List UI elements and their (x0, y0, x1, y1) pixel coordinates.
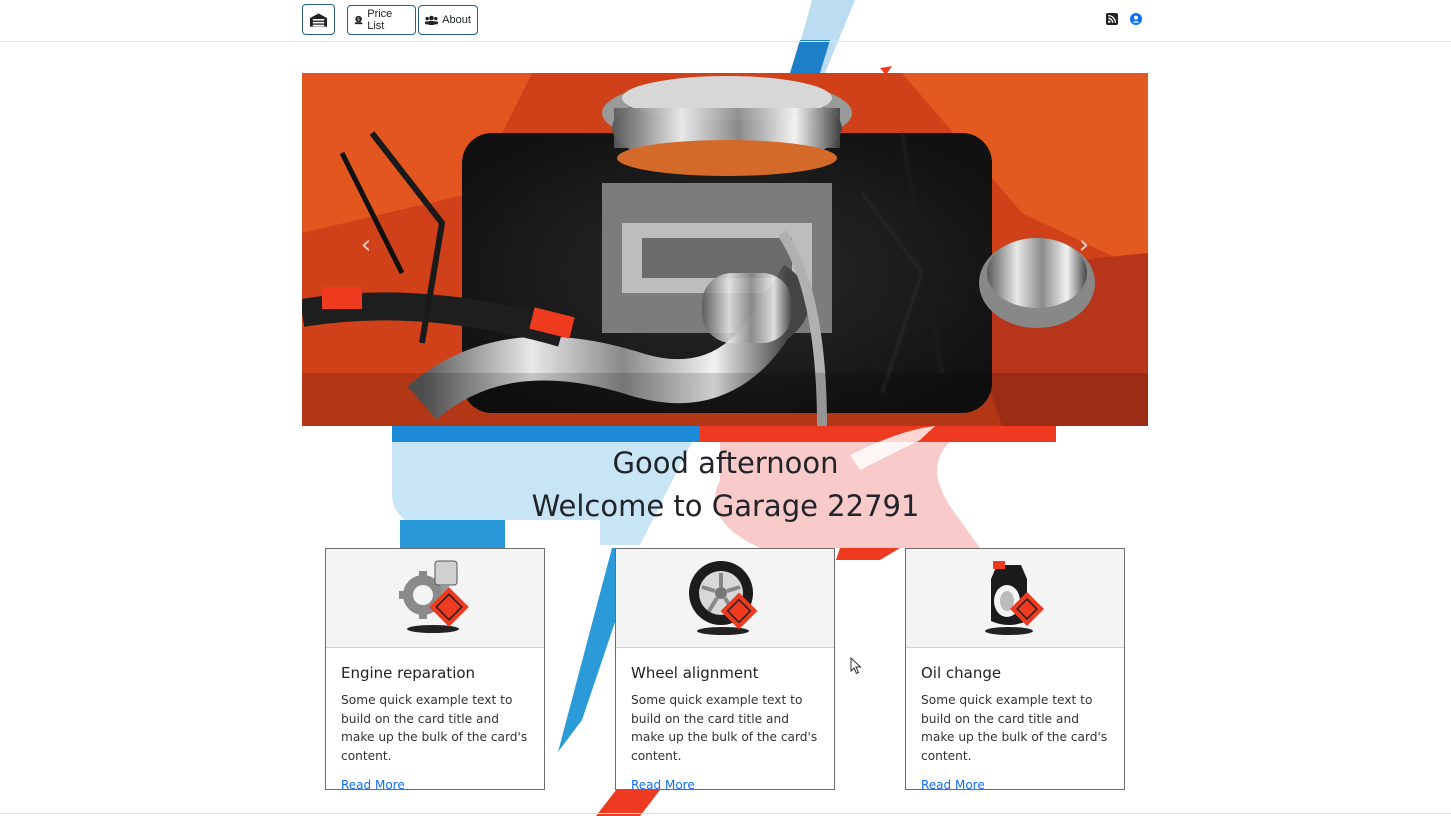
wheel-icon (689, 561, 758, 635)
price-list-label: Price List (367, 8, 393, 32)
card-text: Some quick example text to build on the … (631, 693, 818, 763)
welcome-title: Welcome to Garage 22791 (531, 489, 920, 523)
read-more-link[interactable]: Read More (921, 778, 985, 792)
engine-bay-photo (302, 73, 1148, 426)
footer-divider (0, 813, 1451, 814)
card-image (906, 549, 1124, 648)
garage-icon (309, 12, 328, 27)
user-circle-icon[interactable] (1130, 13, 1142, 25)
service-card-oil: Oil change Some quick example text to bu… (905, 548, 1125, 792)
card-image (616, 549, 834, 648)
card-title: Wheel alignment (631, 664, 759, 682)
greeting-line: Good afternoon (612, 446, 839, 480)
mouse-cursor-icon (850, 657, 862, 675)
home-brand-button[interactable] (302, 4, 335, 35)
navbar: $ Price List About (0, 0, 1451, 42)
carousel-prev-icon[interactable]: ‹ (354, 232, 378, 258)
card-text: Some quick example text to build on the … (921, 693, 1108, 763)
card-title: Engine reparation (341, 664, 476, 682)
oil-can-icon (985, 561, 1044, 635)
card-image (326, 549, 544, 648)
service-card-wheel: Wheel alignment Some quick example text … (615, 548, 835, 792)
about-label: About (442, 14, 471, 26)
service-card-engine: Engine reparation Some quick example tex… (325, 548, 545, 792)
price-tag-icon: $ (354, 15, 363, 25)
card-text: Some quick example text to build on the … (341, 693, 528, 763)
read-more-link[interactable]: Read More (631, 778, 695, 792)
users-icon (425, 15, 439, 25)
card-title: Oil change (921, 664, 1002, 682)
read-more-link[interactable]: Read More (341, 778, 405, 792)
carousel-next-icon[interactable]: › (1072, 232, 1096, 258)
svg-text:$: $ (357, 16, 360, 22)
about-button[interactable]: About (418, 5, 478, 35)
price-list-button[interactable]: $ Price List (347, 5, 416, 35)
rss-icon[interactable] (1106, 13, 1118, 25)
hero-carousel[interactable]: ‹ › (302, 73, 1148, 426)
engine-piston-gear-icon (399, 560, 469, 633)
